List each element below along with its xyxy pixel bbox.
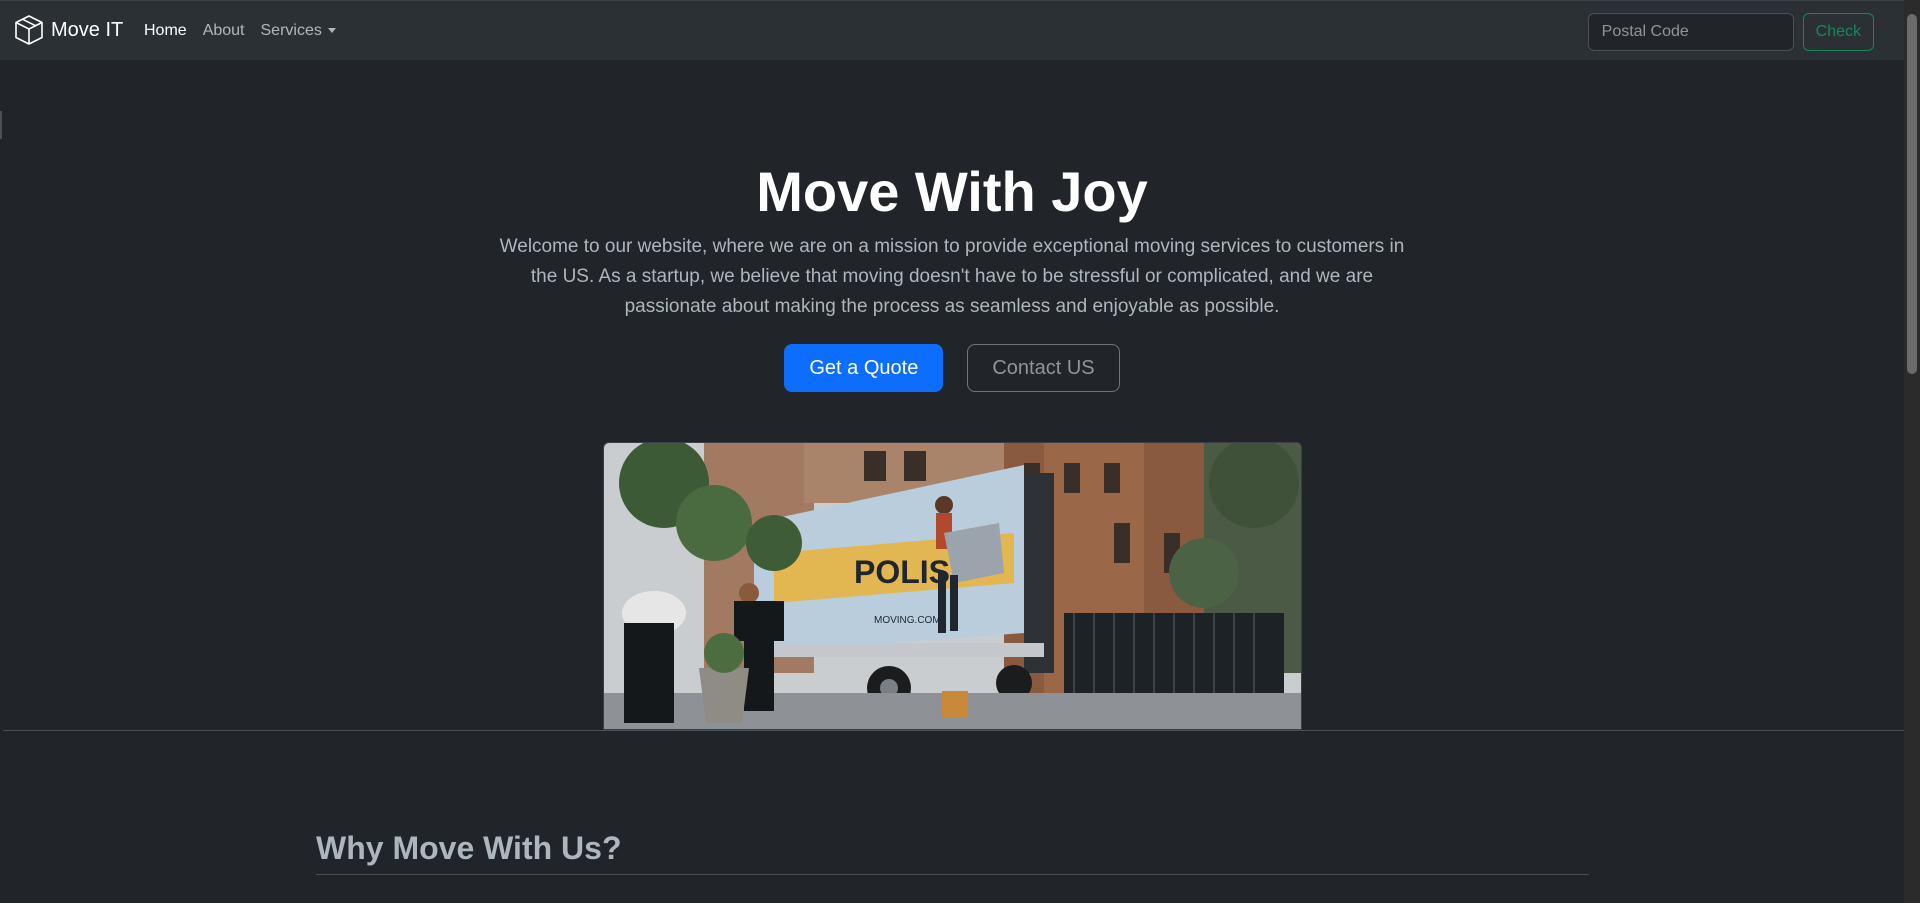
features-title-rule: [316, 874, 1589, 875]
postal-code-input[interactable]: [1587, 13, 1794, 51]
hero-title: Move With Joy: [756, 160, 1148, 223]
navbar: Move IT Home About Services Check: [0, 0, 1904, 60]
scrollbar-thumb[interactable]: [1907, 14, 1917, 374]
hero-lead: Welcome to our website, where we are on …: [499, 236, 1405, 317]
truck-logo-text: POLIS: [854, 554, 950, 590]
nav-dropdown-services[interactable]: Services: [261, 22, 336, 40]
box-icon: [13, 14, 45, 46]
nav-link-about[interactable]: About: [203, 22, 245, 40]
nav-link-services-label: Services: [260, 22, 322, 39]
contact-us-button[interactable]: Contact US: [967, 344, 1120, 392]
section-divider: [3, 730, 1904, 731]
brand-name: Move IT: [51, 18, 124, 41]
nav-link-home[interactable]: Home: [144, 22, 187, 40]
scrollbar[interactable]: [1904, 0, 1920, 903]
caret-down-icon: [327, 28, 336, 34]
features-title: Why Move With Us?: [316, 830, 622, 866]
nav-links: Home About Services: [144, 1, 336, 61]
hero-image: POLIS MOVING.COM: [603, 442, 1302, 730]
postal-code-form: Check: [1587, 13, 1874, 51]
get-a-quote-button[interactable]: Get a Quote: [784, 344, 944, 392]
left-edge-marker: [0, 111, 2, 139]
brand-link[interactable]: Move IT: [13, 14, 123, 46]
check-button[interactable]: Check: [1802, 13, 1874, 51]
page: Move IT Home About Services Check Move W…: [0, 0, 1920, 903]
hero-buttons: Get a Quote Contact US: [0, 344, 1904, 392]
truck-url-text: MOVING.COM: [874, 615, 941, 626]
